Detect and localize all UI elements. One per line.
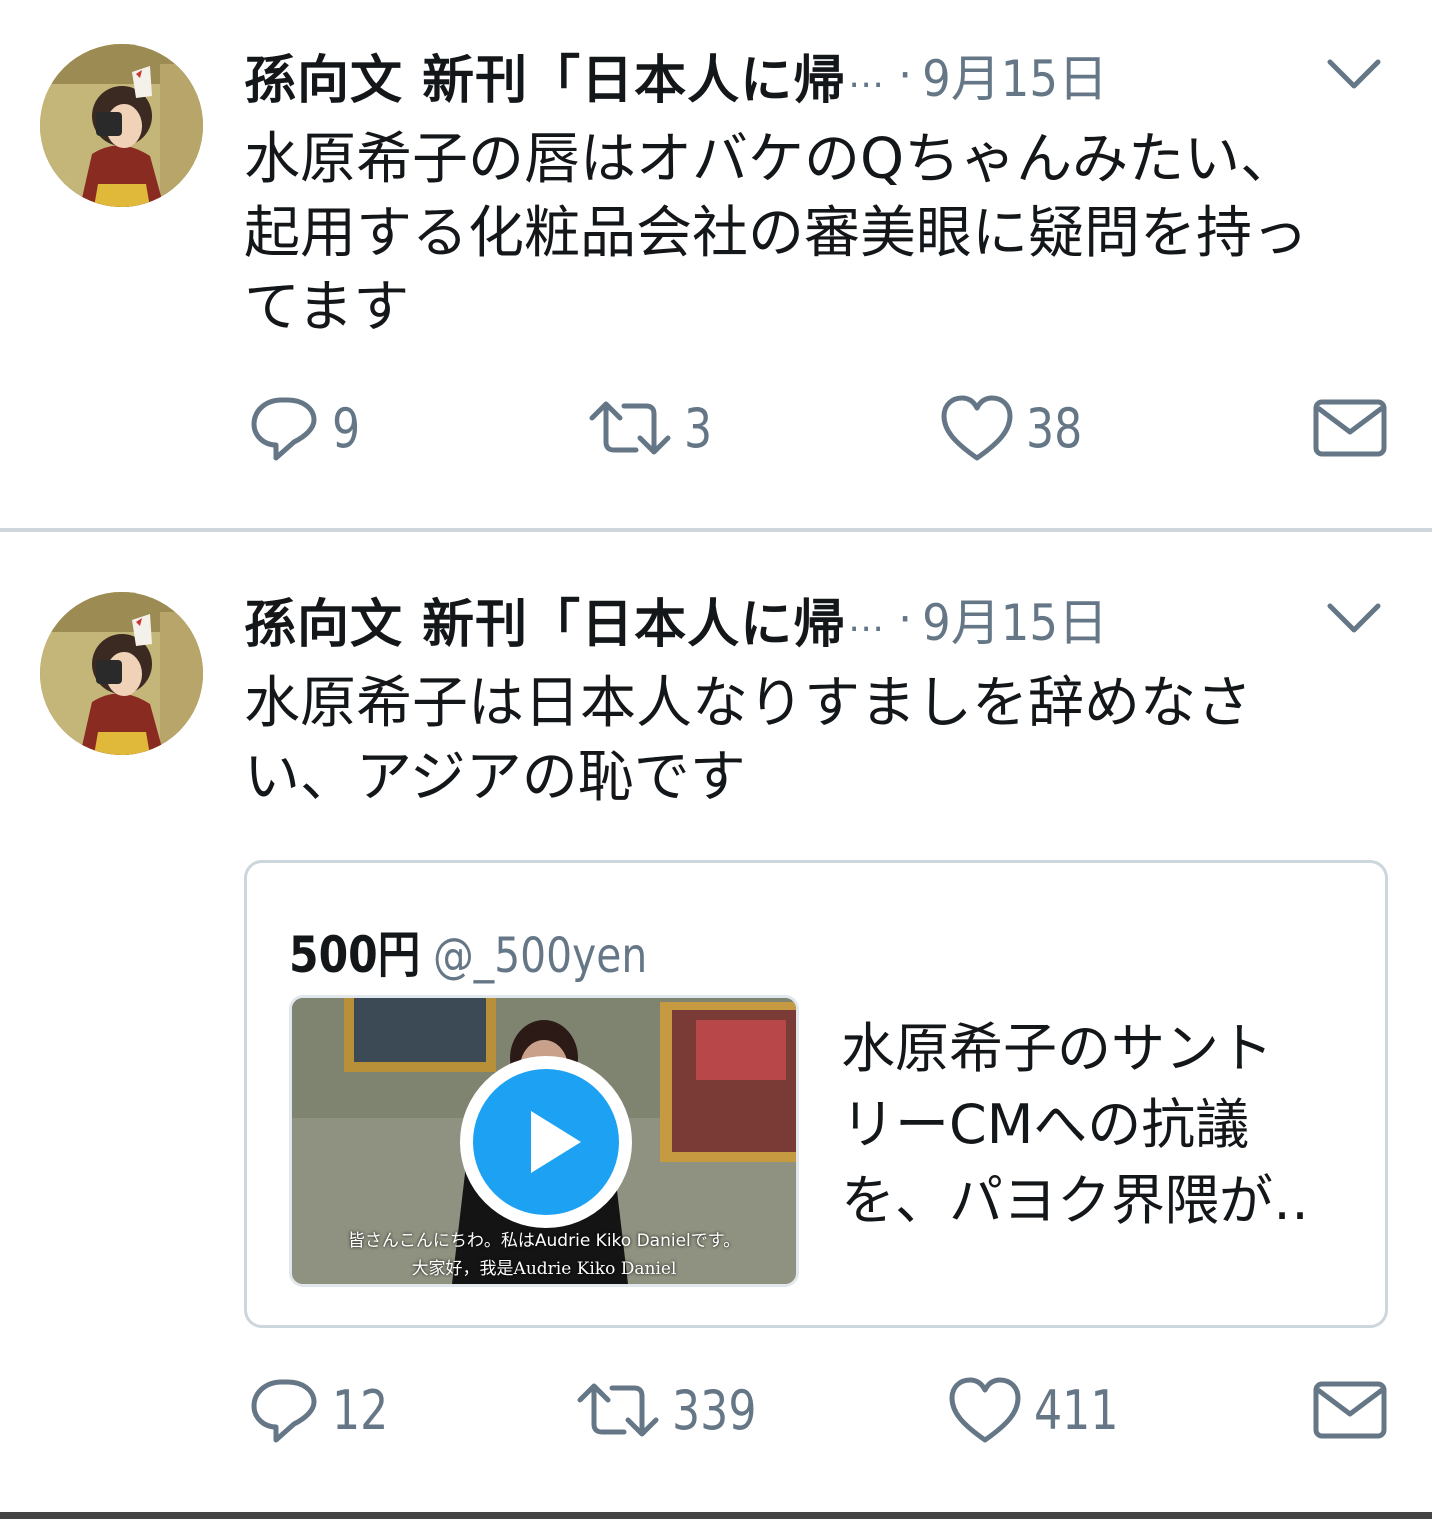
like-button[interactable]: 38 (940, 388, 1095, 468)
chevron-down-icon[interactable] (1322, 54, 1386, 94)
mail-icon (1313, 399, 1387, 457)
avatar[interactable] (40, 44, 203, 207)
timestamp[interactable]: 9月15日 (922, 39, 1108, 111)
retweet-button[interactable]: 3 (588, 388, 718, 468)
reply-count: 9 (332, 396, 361, 460)
display-name[interactable]: 孫向文 新刊「日本人に帰 (244, 38, 846, 113)
play-button[interactable] (460, 1056, 632, 1228)
tweet-text-line: 起用する化粧品会社の審美眼に疑問を持っ (244, 201, 1308, 266)
retweet-count: 339 (672, 1378, 757, 1442)
tweet-text-line: い、アジアの恥です (244, 745, 746, 810)
play-icon (473, 1069, 619, 1215)
reply-icon (251, 397, 317, 461)
heart-icon (949, 1377, 1021, 1443)
name-ellipsis: … (848, 54, 885, 96)
retweet-icon (589, 401, 671, 455)
separator-dot: · (898, 49, 913, 101)
direct-message-button[interactable] (1312, 388, 1388, 468)
bottom-divider (0, 1512, 1432, 1519)
direct-message-button[interactable] (1312, 1370, 1388, 1450)
tweet-header: 孫向文 新刊「日本人に帰 … · 9月15日 (244, 582, 1108, 657)
display-name[interactable]: 孫向文 新刊「日本人に帰 (244, 582, 846, 657)
reply-count: 12 (332, 1378, 389, 1442)
quoted-tweet-card[interactable]: 500円 @_500yen 皆さんこんにちわ。私はAudrie Kiko Dan… (244, 860, 1388, 1328)
tweet-actions: 9 3 38 (0, 388, 1432, 468)
retweet-button[interactable]: 339 (576, 1370, 775, 1450)
tweet-header: 孫向文 新刊「日本人に帰 … · 9月15日 (244, 38, 1108, 113)
retweet-icon (577, 1383, 659, 1437)
video-thumbnail[interactable]: 皆さんこんにちわ。私はAudrie Kiko Danielです。 大家好，我是A… (289, 995, 799, 1287)
tweet-text: 水原希子は日本人なりすましを辞めなさ い、アジアの恥です (244, 667, 1404, 815)
chevron-down-icon[interactable] (1322, 598, 1386, 638)
name-ellipsis: … (848, 598, 885, 640)
like-count: 411 (1034, 1378, 1119, 1442)
timestamp[interactable]: 9月15日 (922, 583, 1108, 655)
avatar-image (40, 44, 203, 207)
tweet-text: 水原希子の唇はオバケのQちゃんみたい、 起用する化粧品会社の審美眼に疑問を持っ … (244, 123, 1404, 345)
video-subtitle-jp: 皆さんこんにちわ。私はAudrie Kiko Danielです。 (347, 1231, 741, 1251)
tweet[interactable]: 孫向文 新刊「日本人に帰 … · 9月15日 水原希子の唇はオバケのQちゃんみた… (0, 0, 1432, 528)
video-subtitle-cn: 大家好，我是Audrie Kiko Daniel (411, 1259, 677, 1279)
tweet[interactable]: 孫向文 新刊「日本人に帰 … · 9月15日 水原希子は日本人なりすましを辞めな… (0, 532, 1432, 1512)
reply-icon (251, 1379, 317, 1443)
tweet-text-line: 水原希子は日本人なりすましを辞めなさ (244, 671, 1252, 736)
heart-icon (941, 395, 1013, 461)
quoted-tweet-header: 500円 @_500yen (289, 915, 685, 987)
mail-icon (1313, 1381, 1387, 1439)
quoted-text-line: リーCMへの抗議 (841, 1093, 1250, 1156)
reply-button[interactable]: 12 (248, 1370, 401, 1450)
quoted-text-line: 水原希子のサント (841, 1017, 1273, 1080)
quoted-display-name: 500円 (289, 926, 421, 984)
reply-button[interactable]: 9 (248, 388, 366, 468)
quoted-handle: @_500yen (433, 928, 648, 984)
avatar-image (40, 592, 203, 755)
avatar[interactable] (40, 592, 203, 755)
retweet-count: 3 (684, 396, 713, 460)
like-button[interactable]: 411 (948, 1370, 1137, 1450)
separator-dot: · (898, 593, 913, 645)
tweet-text-line: 水原希子の唇はオバケのQちゃんみたい、 (244, 127, 1297, 192)
quoted-tweet-text: 水原希子のサント リーCMへの抗議 を、パヨク界隈が‥ (841, 1011, 1361, 1239)
tweet-text-line: てます (244, 275, 410, 340)
quoted-text-line: を、パヨク界隈が‥ (841, 1169, 1310, 1232)
tweet-actions: 12 339 411 (0, 1370, 1432, 1450)
like-count: 38 (1026, 396, 1083, 460)
